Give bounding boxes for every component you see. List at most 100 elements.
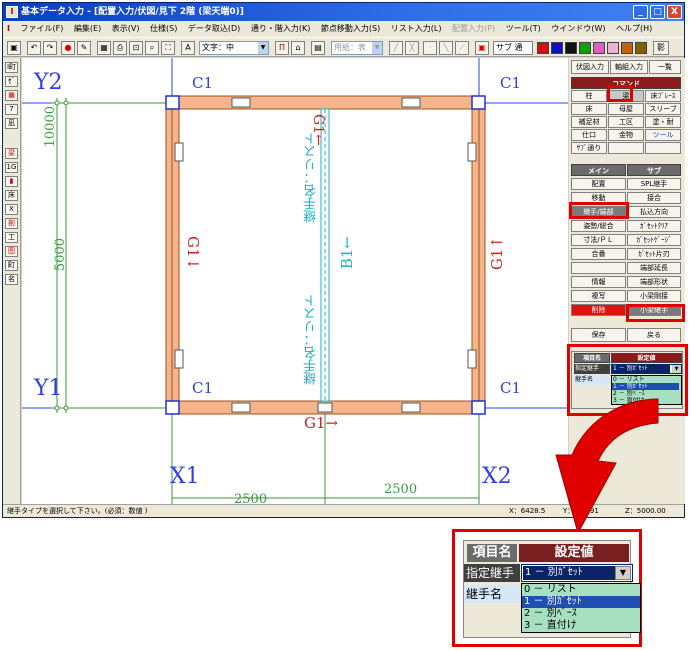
cmd-tools[interactable]: ツール: [645, 129, 681, 141]
zoom-option-list-item[interactable]: 0 － リスト: [522, 584, 640, 596]
line-icon[interactable]: ╱: [389, 41, 403, 55]
cmd-floor-brace[interactable]: 床ﾌﾞﾚｰｽ: [645, 90, 681, 102]
sub-direction[interactable]: 払込方向: [627, 206, 681, 218]
sub-connect[interactable]: 接合: [627, 192, 681, 204]
sub-gusset-edge[interactable]: ｶﾞｾｯﾄ片刃: [627, 248, 681, 260]
sub-gusset-gauge[interactable]: ｶﾞｾｯﾄｹﾞｰｼﾞ: [627, 234, 681, 246]
sub-spl-joint[interactable]: SPL継手: [627, 178, 681, 190]
redo-icon[interactable]: ↷: [43, 41, 57, 55]
menu-grid-floor[interactable]: 通り・階入力(K): [247, 21, 315, 37]
sub-end-shape[interactable]: 端部形状: [627, 276, 681, 288]
fit-icon[interactable]: ⛶: [161, 41, 175, 55]
sub-gusset-clear[interactable]: ｶﾞｾｯﾄｸﾘｱ: [627, 220, 681, 232]
minimize-button[interactable]: _: [633, 5, 648, 19]
menu-import[interactable]: データ取込(D): [184, 21, 244, 37]
left-tool-10[interactable]: X: [5, 204, 18, 215]
paper-select[interactable]: 用紙：表 ▼: [331, 41, 383, 55]
zoom-icon[interactable]: ⌕: [145, 41, 159, 55]
color-swatch-orange[interactable]: [621, 42, 633, 54]
save-icon[interactable]: ▣: [7, 41, 21, 55]
tab-plan-input[interactable]: 伏図入力: [571, 60, 609, 74]
menu-list-input[interactable]: リスト入力(L): [387, 21, 446, 37]
menu-spec[interactable]: 仕様(S): [146, 21, 181, 37]
cmd-floor[interactable]: 床: [571, 103, 607, 115]
left-tool-7[interactable]: 1G: [5, 162, 18, 173]
menu-help[interactable]: ヘルプ(H): [612, 21, 656, 37]
structure-icon[interactable]: П: [275, 41, 289, 55]
roof-icon[interactable]: ⌂: [291, 41, 305, 55]
font-icon[interactable]: A: [181, 41, 195, 55]
cmd-support[interactable]: 補足材: [571, 116, 607, 128]
main-number[interactable]: 合番: [571, 248, 626, 260]
sub-small-beam-rigid[interactable]: 小梁剛接: [627, 290, 681, 302]
back-button[interactable]: 戻る: [627, 328, 681, 342]
cmd-joint[interactable]: 仕口: [571, 129, 607, 141]
column-c1-tr[interactable]: [471, 95, 486, 110]
menu-tools[interactable]: ツール(T): [502, 21, 545, 37]
left-tool-13[interactable]: 图: [5, 246, 18, 257]
beam-top[interactable]: [165, 95, 486, 110]
main-info[interactable]: 情報: [571, 276, 626, 288]
cmd-paint[interactable]: 塗・耐: [645, 116, 681, 128]
shadow-button[interactable]: 影: [653, 41, 669, 55]
cross-icon[interactable]: ╳: [405, 41, 419, 55]
diag-icon[interactable]: ╲: [439, 41, 453, 55]
left-tool-2[interactable]: ｾﾞ: [5, 76, 18, 87]
color-swatch-pink[interactable]: [607, 42, 619, 54]
left-tool-12[interactable]: 工: [5, 232, 18, 243]
cmd-hardware[interactable]: 金物: [608, 129, 644, 141]
menu-window[interactable]: ウインドウ(W): [547, 21, 609, 37]
grid-icon[interactable]: ▦: [97, 41, 111, 55]
dot-icon[interactable]: ·: [423, 41, 437, 55]
tab-frame-input[interactable]: 軸組入力: [610, 60, 648, 74]
tab-list[interactable]: 一覧: [649, 60, 681, 74]
drawing-canvas[interactable]: Y2 Y1 X1 X2 C1 C1 C1 C1 10000 5000 2500 …: [22, 58, 568, 504]
zoom-option-direct[interactable]: 3 － 直付け: [522, 620, 640, 632]
chevron-down-icon[interactable]: ▼: [615, 566, 631, 580]
text-size-select[interactable]: 文字：中 ▼: [199, 41, 269, 55]
left-tool-5[interactable]: 凪: [5, 118, 18, 129]
left-tool-11[interactable]: 剖: [5, 218, 18, 229]
menu-file[interactable]: ファイル(F): [17, 21, 68, 37]
left-tool-9[interactable]: 床: [5, 190, 18, 201]
left-tool-14[interactable]: 町: [5, 260, 18, 271]
color-swatch-black[interactable]: [565, 42, 577, 54]
menu-edit[interactable]: 編集(E): [70, 21, 105, 37]
column-c1-br[interactable]: [471, 400, 486, 415]
sub-end-extend[interactable]: 端部延長: [627, 262, 681, 274]
column-c1-tl[interactable]: [165, 95, 180, 110]
left-tool-15[interactable]: 名: [5, 274, 18, 285]
stop-icon[interactable]: ●: [61, 41, 75, 55]
edit-icon[interactable]: ✎: [77, 41, 91, 55]
left-tool-3[interactable]: ▦: [5, 90, 18, 101]
menu-layout-input[interactable]: 配置入力(P): [448, 21, 499, 37]
color-swatch-green[interactable]: [579, 42, 591, 54]
cmd-zone[interactable]: 工区: [608, 116, 644, 128]
sub-grid-button[interactable]: サブ 通: [493, 41, 533, 55]
maximize-button[interactable]: □: [650, 5, 665, 19]
cmd-column[interactable]: 柱: [571, 90, 607, 102]
left-tool-1[interactable]: I町: [5, 62, 18, 73]
main-delete[interactable]: 削除: [571, 304, 626, 316]
calc-icon[interactable]: ▤: [311, 41, 325, 55]
left-tool-6[interactable]: 梁: [5, 148, 18, 159]
main-posture[interactable]: 姿勢/総合: [571, 220, 626, 232]
main-place[interactable]: 配置: [571, 178, 626, 190]
menu-view[interactable]: 表示(V): [108, 21, 144, 37]
cut-icon[interactable]: ⟋: [455, 41, 469, 55]
undo-icon[interactable]: ↶: [27, 41, 41, 55]
color-swatch-blue[interactable]: [551, 42, 563, 54]
column-c1-bl[interactable]: [165, 400, 180, 415]
zoom-window-icon[interactable]: ⊡: [129, 41, 143, 55]
menu-node-move[interactable]: 節点移動入力(S): [317, 21, 384, 37]
zoom-option-base[interactable]: 2 － 別ﾍﾞｰｽ: [522, 608, 640, 620]
left-tool-8[interactable]: ▮: [5, 176, 18, 187]
cmd-sub-grid[interactable]: ｻﾌﾞ通り: [571, 142, 607, 154]
zoom-option-gusset[interactable]: 1 － 別ｶﾞｾｯﾄ: [522, 596, 640, 608]
color-swatch-olive[interactable]: [635, 42, 647, 54]
save-button[interactable]: 保存: [571, 328, 626, 342]
zoom-joint-type-dropdown[interactable]: 1 － 別ｶﾞｾｯﾄ ▼: [521, 564, 633, 582]
cmd-purlin[interactable]: 母屋: [608, 103, 644, 115]
main-copy[interactable]: 複写: [571, 290, 626, 302]
left-tool-4[interactable]: 7階: [5, 104, 18, 115]
